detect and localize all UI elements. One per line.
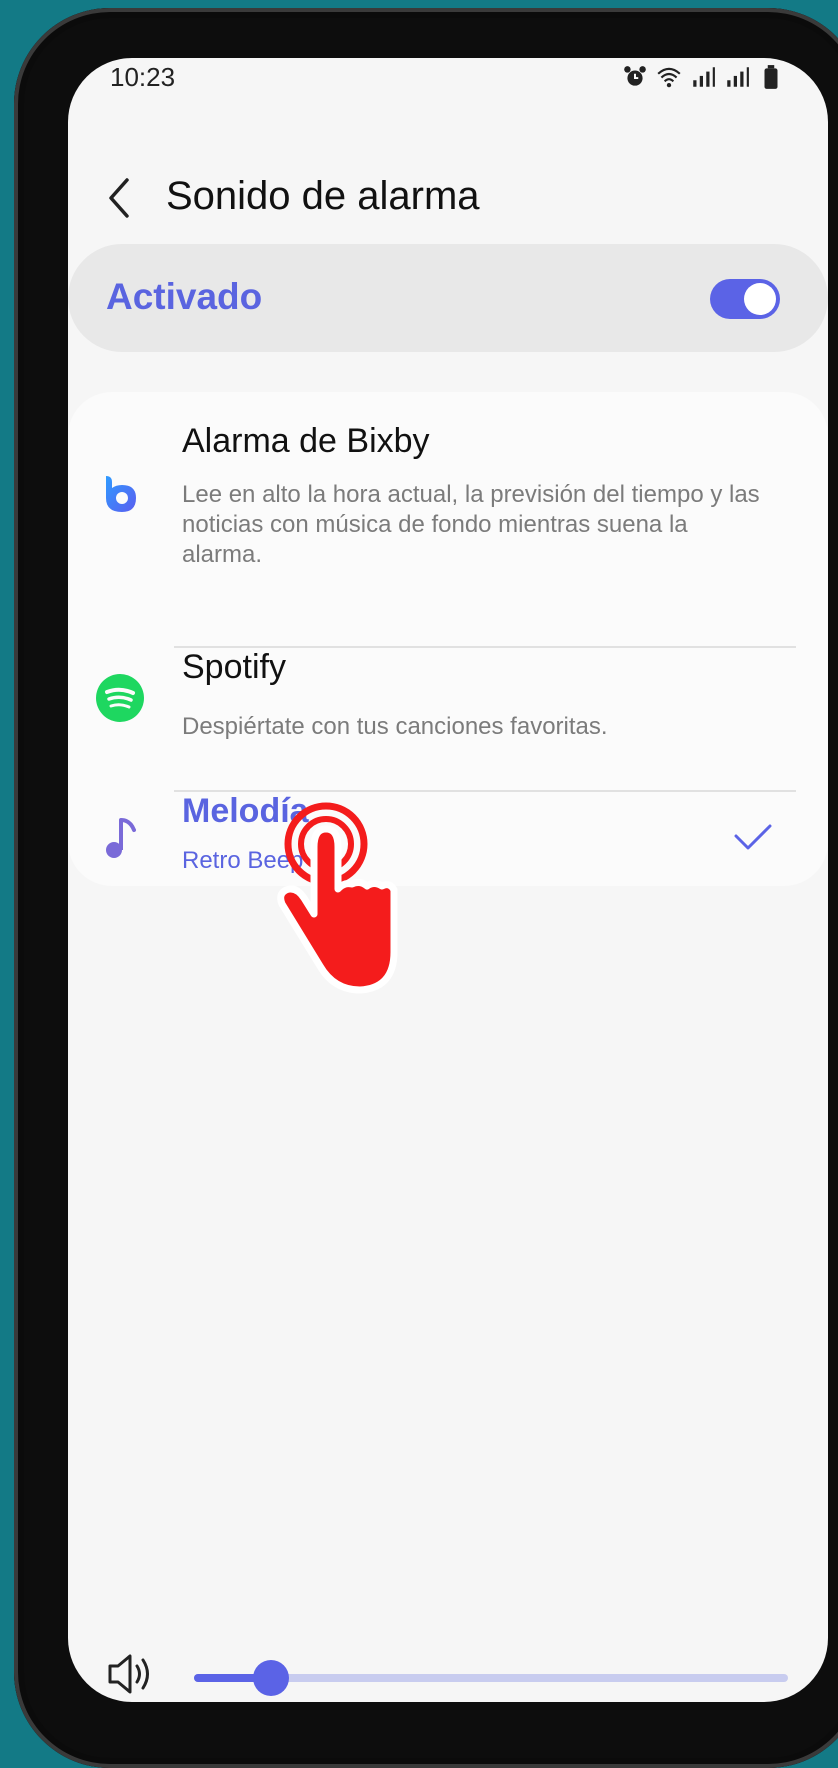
option-title: Spotify [182,648,286,686]
spotify-icon [96,674,144,722]
option-melody[interactable]: Melodía Retro Beep [68,792,828,886]
status-time: 10:23 [110,62,176,92]
volume-row [68,1648,828,1702]
tap-hand-icon [277,802,398,994]
signal-icon [693,67,715,87]
header: Sonido de alarma [68,158,828,238]
master-switch-row[interactable]: Activado [68,244,828,352]
toggle-knob [744,283,776,315]
checkmark-icon [734,824,772,850]
option-title: Alarma de Bixby [182,422,430,460]
option-bixby-alarm[interactable]: Alarma de Bixby Lee en alto la hora actu… [68,392,828,588]
back-button[interactable] [94,168,146,228]
alarm-sound-options: Alarma de Bixby Lee en alto la hora actu… [68,392,828,886]
status-icons [622,64,784,90]
music-note-icon [96,814,144,862]
option-spotify[interactable]: Spotify Despiértate con tus canciones fa… [68,648,828,792]
speaker-icon [108,1654,149,1694]
page-title: Sonido de alarma [166,174,480,218]
phone-screen: 10:23 Sonido de alarma Activado Alarma d… [68,58,828,1702]
phone-frame: 10:23 Sonido de alarma Activado Alarma d… [14,8,838,1768]
volume-thumb[interactable] [253,1660,290,1696]
alarm-icon [624,66,646,86]
option-description: Lee en alto la hora actual, la previsión… [182,481,760,568]
master-switch-label: Activado [106,276,263,317]
chevron-left-icon [109,178,129,218]
option-description: Despiértate con tus canciones favoritas. [182,713,608,740]
wifi-icon [657,67,681,88]
bixby-icon [96,470,144,518]
volume-slider[interactable] [194,1658,788,1698]
master-toggle-switch[interactable] [710,279,780,319]
signal-icon [727,67,749,87]
battery-icon [764,65,778,89]
status-bar: 10:23 [68,58,828,118]
option-description: Retro Beep [182,847,304,874]
